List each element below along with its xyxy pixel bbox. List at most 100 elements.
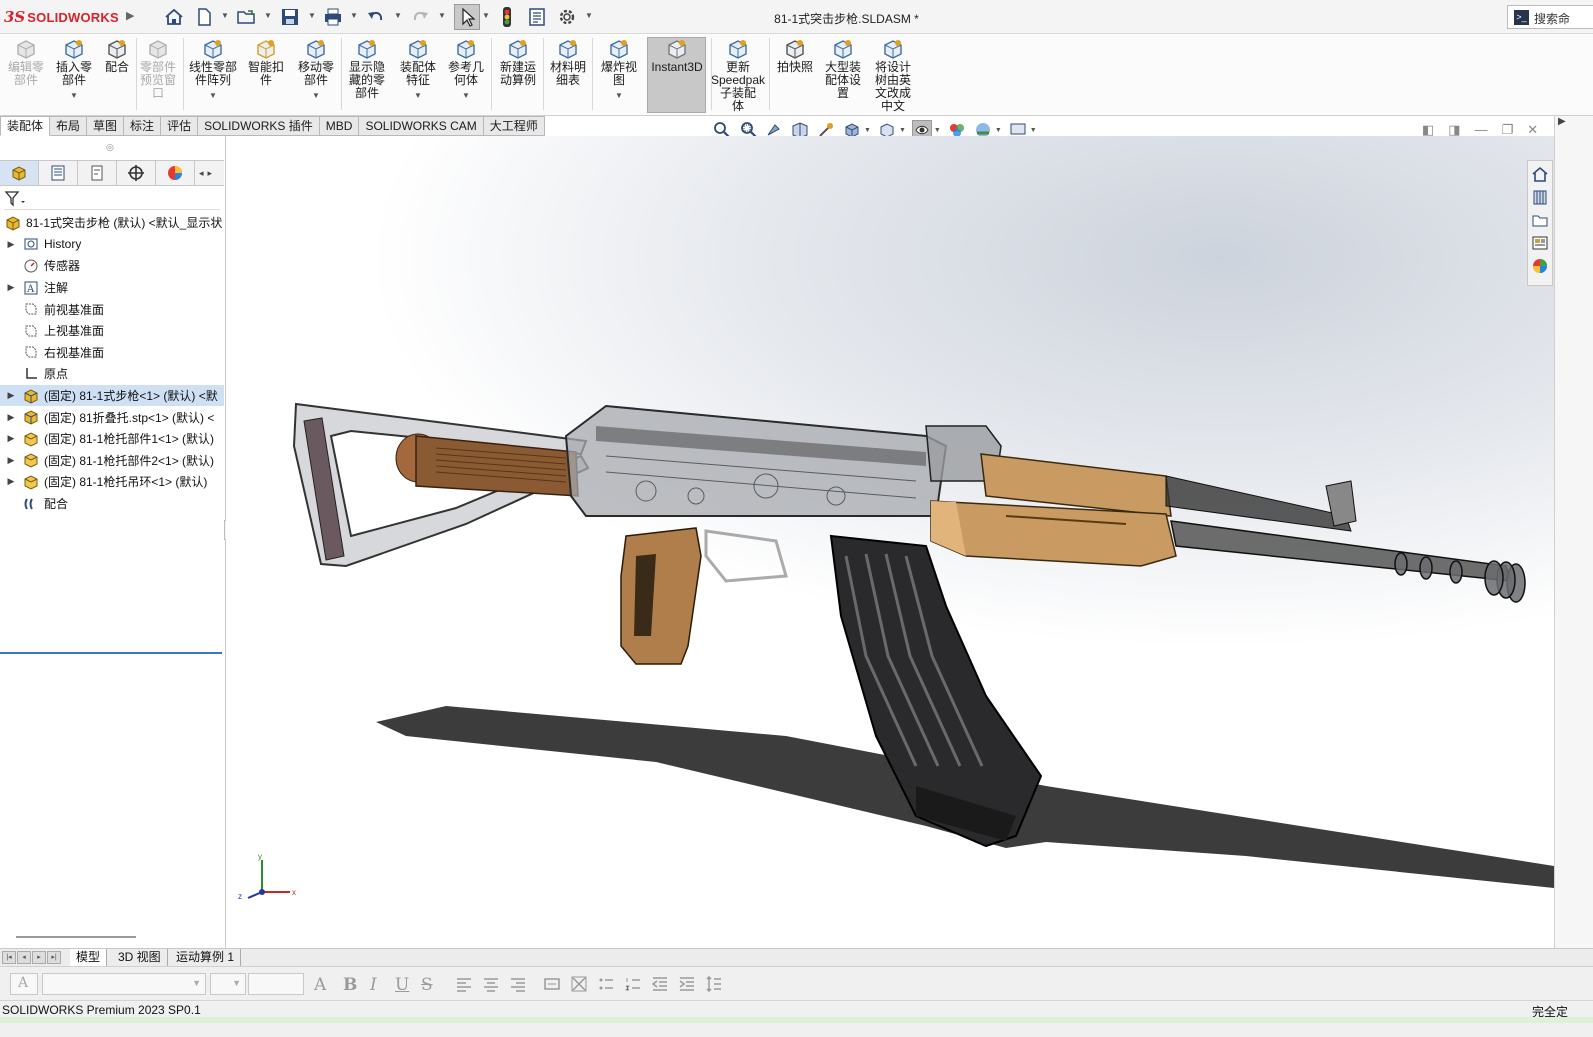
propertymanager-tab[interactable] [39,161,78,185]
command-tab-1[interactable]: 布局 [50,116,88,136]
graphics-viewport[interactable]: y x z [226,136,1554,948]
task-pane-collapse-icon[interactable]: ▶ [1558,116,1566,127]
ribbon-caret-icon[interactable]: ▼ [70,89,78,102]
line-spacing-icon[interactable] [705,975,723,993]
first-tab-icon[interactable]: |◂ [2,951,16,964]
strikethrough-icon[interactable]: S [421,975,433,995]
ribbon-button-6[interactable]: 移动零 部件 ▼ [292,38,340,102]
ribbon-caret-icon[interactable]: ▼ [414,89,422,102]
ribbon-caret-icon[interactable]: ▼ [312,89,320,102]
ribbon-button-9[interactable]: 参考几 何体 ▼ [444,38,488,102]
ribbon-button-16[interactable]: 大型装 配体设 置 [820,38,866,100]
ribbon-caret-icon[interactable]: ▼ [615,89,623,102]
tree-item[interactable]: ▶ (固定) 81-1式步枪<1> (默认) <默 [0,384,224,407]
line-thickness-field[interactable] [248,973,304,995]
tree-item[interactable]: 81-1式突击步枪 (默认) <默认_显示状 [0,212,224,234]
command-tab-3[interactable]: 标注 [124,116,162,136]
ribbon-button-7[interactable]: 显示隐 藏的零 部件 [344,38,390,100]
numbering-icon[interactable] [624,975,642,993]
view-settings-caret-icon[interactable]: ▼ [1030,127,1037,134]
panel-horizontal-scrollbar[interactable] [16,936,136,938]
expand-arrow-icon[interactable]: ▶ [0,412,22,423]
design-library-icon[interactable] [1530,187,1550,207]
command-tab-4[interactable]: 评估 [161,116,199,136]
search-commands-input[interactable]: >_ 搜索命 [1507,5,1593,29]
expand-arrow-icon[interactable]: ▶ [0,282,22,293]
ribbon-button-17[interactable]: 将设计 树由英 文改成 中文 [870,38,916,113]
dimxpert-tab[interactable] [117,161,156,185]
tab-scroll-left-icon[interactable]: ◂ [199,168,204,179]
tab-scroll-right-icon[interactable]: ▸ [208,168,213,179]
ribbon-button-1[interactable]: 插入零 部件 ▼ [52,38,96,102]
appearances-scenes-icon[interactable] [1530,256,1550,276]
bullets-icon[interactable] [597,975,615,993]
tree-item[interactable]: ▶ (固定) 81-1枪托部件2<1> (默认) [0,450,224,472]
align-center-icon[interactable] [482,975,500,993]
tree-item[interactable]: 原点 [0,363,224,385]
tree-item[interactable]: 前视基准面 [0,298,224,320]
tab-scroll-arrows[interactable]: ◂ ▸ [195,161,212,185]
tree-item[interactable]: ▶ (固定) 81-1枪托部件1<1> (默认) [0,428,224,450]
display-style-caret-icon[interactable]: ▼ [899,127,906,134]
tab-motion-study-1[interactable]: 运动算例 1 [170,949,242,966]
command-tab-7[interactable]: SOLIDWORKS CAM [359,116,484,136]
solidworks-resources-icon[interactable] [1530,164,1550,184]
font-dropdown[interactable]: ▼ [42,973,206,995]
rifle-model-render[interactable] [226,136,1554,948]
fit-text-icon[interactable] [543,975,561,993]
command-tab-5[interactable]: SOLIDWORKS 插件 [198,116,320,136]
ribbon-button-8[interactable]: 装配体 特征 ▼ [396,38,440,102]
italic-icon[interactable]: I [370,975,377,995]
align-right-icon[interactable] [509,975,527,993]
tree-item[interactable]: ▶ A 注解 [0,277,224,299]
ribbon-button-2[interactable]: 配合 [100,38,134,74]
ribbon-button-5[interactable]: 智能扣 件 [244,38,288,87]
tab-model[interactable]: 模型 [70,949,108,966]
expand-arrow-icon[interactable]: ▶ [0,455,22,466]
ribbon-button-15[interactable]: 拍快照 [772,38,818,74]
ribbon-button-12[interactable]: 爆炸视 图 ▼ [594,38,644,102]
decrease-indent-icon[interactable] [651,975,669,993]
ribbon-button-11[interactable]: 材料明 细表 [546,38,590,87]
expand-arrow-icon[interactable]: ▶ [0,390,22,401]
hide-show-caret-icon[interactable]: ▼ [934,127,941,134]
tree-item[interactable]: 上视基准面 [0,320,224,342]
filter-icon[interactable] [4,190,26,208]
next-tab-icon[interactable]: ▸ [32,951,46,964]
tree-item[interactable]: 配合 [0,493,224,515]
tree-item[interactable]: ▶ (固定) 81折叠托.stp<1> (默认) < [0,406,224,428]
displaymanager-tab[interactable] [156,161,195,185]
font-size-dropdown[interactable]: ▼ [210,973,246,995]
no-wrap-icon[interactable] [570,975,588,993]
tree-item[interactable]: ▶ (固定) 81-1枪托吊环<1> (默认) [0,471,224,493]
command-tab-6[interactable]: MBD [319,116,360,136]
panel-grip-icon[interactable]: ◎ [106,142,114,153]
last-tab-icon[interactable]: ▸| [47,951,61,964]
bold-b-icon[interactable]: B [343,975,357,995]
bold-icon[interactable]: A [314,975,326,995]
command-tab-2[interactable]: 草图 [87,116,125,136]
increase-indent-icon[interactable] [678,975,696,993]
apply-scene-caret-icon[interactable]: ▼ [995,127,1002,134]
featuremanager-tab[interactable] [0,161,39,185]
tree-item[interactable]: 传感器 [0,255,224,277]
expand-arrow-icon[interactable]: ▶ [0,476,22,487]
expand-arrow-icon[interactable]: ▶ [0,239,22,250]
underline-icon[interactable]: U [395,975,409,995]
ribbon-caret-icon[interactable]: ▼ [209,89,217,102]
expand-arrow-icon[interactable]: ▶ [0,433,22,444]
tree-filter[interactable] [4,190,220,210]
align-left-icon[interactable] [455,975,473,993]
ribbon-button-10[interactable]: 新建运 动算例 [494,38,542,87]
command-tab-8[interactable]: 大工程师 [483,116,545,136]
ribbon-button-13[interactable]: Instant3D [650,38,704,74]
tab-3d-views[interactable]: 3D 视图 [112,949,168,966]
configurationmanager-tab[interactable] [78,161,117,185]
text-style-icon[interactable]: A [10,973,38,995]
view-orientation-caret-icon[interactable]: ▼ [864,127,871,134]
ribbon-button-14[interactable]: 更新 Speedpak 子装配 体 [711,38,765,113]
command-tab-0[interactable]: 装配体 [0,116,51,136]
tree-item[interactable]: 右视基准面 [0,342,224,364]
tree-item[interactable]: ▶ History [0,234,224,256]
ribbon-caret-icon[interactable]: ▼ [462,89,470,102]
